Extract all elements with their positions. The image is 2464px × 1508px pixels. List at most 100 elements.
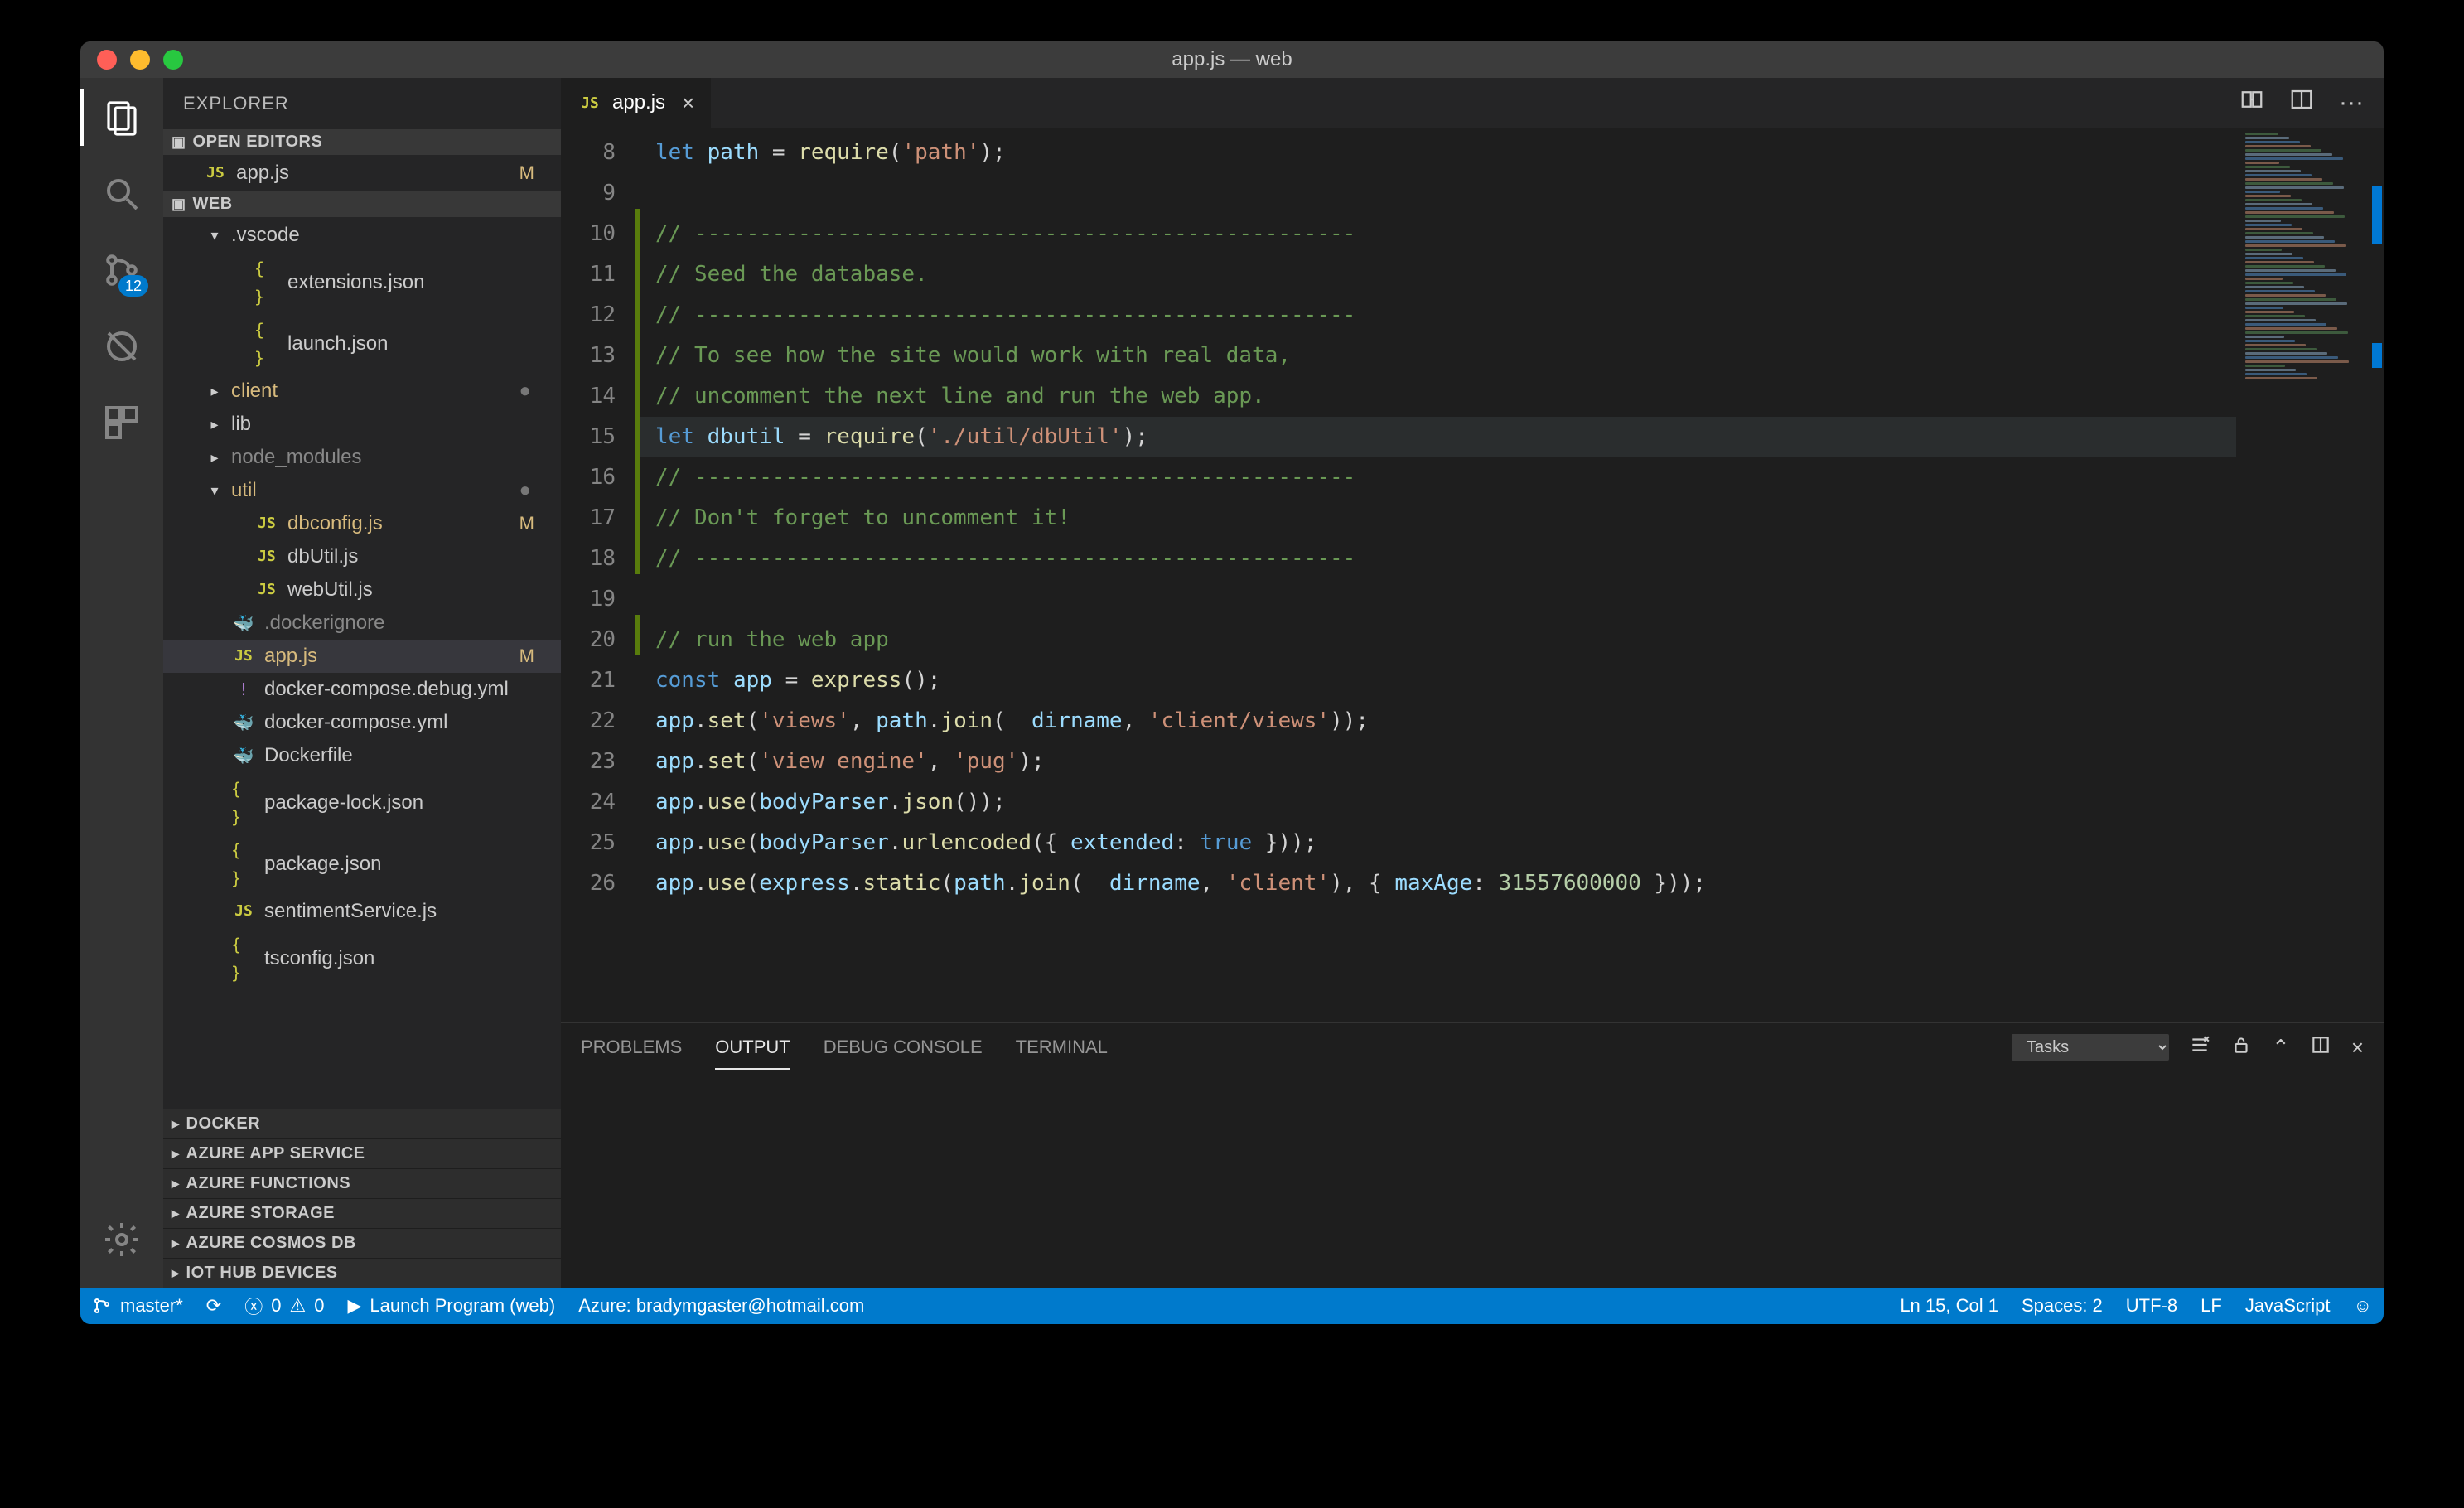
output-channel-select[interactable]: Tasks (2012, 1034, 2169, 1061)
file-item[interactable]: !docker-compose.debug.yml (163, 673, 561, 706)
activity-scm-icon[interactable]: 12 (99, 247, 145, 293)
file-item[interactable]: JSwebUtil.js (163, 573, 561, 607)
overview-ruler[interactable] (2369, 128, 2384, 1022)
lock-scroll-icon[interactable] (2230, 1034, 2252, 1061)
modified-indicator: M (519, 510, 546, 538)
code-editor[interactable]: 891011121314151617181920212223242526 let… (561, 128, 2384, 1022)
panel-tab-output[interactable]: OUTPUT (715, 1032, 790, 1063)
status-eol[interactable]: LF (2189, 1295, 2234, 1317)
code-content[interactable]: let path = require('path'); // ---------… (640, 128, 2236, 1022)
chevron-right-icon: ▸ (206, 443, 223, 471)
folder-item[interactable]: ▾.vscode (163, 219, 561, 252)
close-panel-icon[interactable]: × (2351, 1035, 2364, 1061)
warning-icon: ⚠ (290, 1295, 307, 1317)
file-item[interactable]: 🐳.dockerignore (163, 607, 561, 640)
status-lncol[interactable]: Ln 15, Col 1 (1888, 1295, 2010, 1317)
js-icon: JS (577, 94, 602, 112)
status-encoding[interactable]: UTF-8 (2114, 1295, 2189, 1317)
chevron-down-icon: ▾ (206, 221, 223, 249)
status-launch[interactable]: ▶ Launch Program (web) (336, 1295, 567, 1317)
chevron-right-icon: ▸ (206, 410, 223, 438)
folder-item[interactable]: ▸node_modules (163, 441, 561, 474)
open-editors-header[interactable]: ▣ OPEN EDITORS (163, 129, 561, 155)
more-actions-icon[interactable]: ··· (2339, 89, 2364, 117)
panel-tab-problems[interactable]: PROBLEMS (581, 1032, 682, 1063)
js-icon: JS (254, 576, 279, 604)
modified-dot: ● (519, 377, 547, 405)
chevron-right-icon: ▸ (172, 1235, 180, 1252)
status-feedback-icon[interactable]: ☺ (2342, 1295, 2384, 1317)
js-icon: JS (254, 510, 279, 538)
panel-tab-terminal[interactable]: TERMINAL (1016, 1032, 1108, 1063)
panel-up-icon[interactable]: ⌃ (2272, 1035, 2290, 1061)
docker-icon: 🐳 (231, 708, 256, 737)
json-icon: { } (231, 775, 256, 831)
file-item[interactable]: { }extensions.json (163, 252, 561, 313)
activity-bar: 12 (80, 78, 163, 1288)
json-icon: { } (231, 836, 256, 892)
file-item[interactable]: 🐳docker-compose.yml (163, 706, 561, 739)
folder-item[interactable]: ▸client● (163, 375, 561, 408)
bottom-panel: PROBLEMS OUTPUT DEBUG CONSOLE TERMINAL T… (561, 1022, 2384, 1288)
js-icon: JS (231, 642, 256, 670)
collapsed-section-header[interactable]: ▸AZURE APP SERVICE (163, 1138, 561, 1168)
activity-debug-icon[interactable] (99, 323, 145, 370)
file-item[interactable]: { }package-lock.json (163, 772, 561, 834)
collapsed-section-header[interactable]: ▸AZURE STORAGE (163, 1198, 561, 1228)
file-item[interactable]: JSapp.jsM (163, 640, 561, 673)
status-lang[interactable]: JavaScript (2234, 1295, 2342, 1317)
window-controls (80, 50, 183, 70)
status-problems[interactable]: ⓧ0 ⚠0 (233, 1293, 336, 1319)
collapsed-section-header[interactable]: ▸IOT HUB DEVICES (163, 1258, 561, 1288)
status-sync[interactable]: ⟳ (195, 1295, 233, 1317)
status-spaces[interactable]: Spaces: 2 (2010, 1295, 2114, 1317)
dockerfile-icon: 🐳 (231, 742, 256, 770)
activity-settings-icon[interactable] (99, 1216, 145, 1263)
collapsed-section-header[interactable]: ▸AZURE COSMOS DB (163, 1228, 561, 1258)
modified-indicator: M (519, 159, 546, 187)
chevron-right-icon: ▸ (172, 1205, 180, 1222)
panel-tabs: PROBLEMS OUTPUT DEBUG CONSOLE TERMINAL T… (561, 1023, 2384, 1071)
open-editor-item[interactable]: JSapp.jsM (163, 157, 561, 190)
window-title: app.js — web (80, 48, 2384, 71)
clear-output-icon[interactable] (2189, 1034, 2210, 1061)
sidebar-title: EXPLORER (163, 78, 561, 129)
workspace-header[interactable]: ▣ WEB (163, 191, 561, 217)
tab-app-js[interactable]: JS app.js × (561, 78, 711, 128)
file-item[interactable]: JSdbUtil.js (163, 540, 561, 573)
scm-badge: 12 (118, 275, 148, 297)
file-item[interactable]: { }package.json (163, 834, 561, 895)
split-editor-icon[interactable] (2289, 87, 2314, 118)
collapsed-section-header[interactable]: ▸DOCKER (163, 1109, 561, 1138)
status-bar: master* ⟳ ⓧ0 ⚠0 ▶ Launch Program (web) A… (80, 1288, 2384, 1324)
status-branch[interactable]: master* (80, 1295, 195, 1317)
chevron-right-icon: ▸ (172, 1115, 180, 1133)
activity-extensions-icon[interactable] (99, 399, 145, 446)
modified-indicator: M (519, 642, 546, 670)
tab-label: app.js (612, 91, 665, 114)
error-icon: ⓧ (244, 1293, 263, 1319)
minimap[interactable] (2236, 128, 2369, 1022)
vscode-window: app.js — web 12 (80, 41, 2384, 1324)
json-icon: { } (254, 316, 279, 372)
activity-search-icon[interactable] (99, 171, 145, 217)
status-azure[interactable]: Azure: bradymgaster@hotmail.com (567, 1295, 876, 1317)
file-item[interactable]: 🐳Dockerfile (163, 739, 561, 772)
chevron-right-icon: ▸ (172, 1175, 180, 1192)
file-item[interactable]: JSsentimentService.js (163, 895, 561, 928)
close-tab-icon[interactable]: × (682, 90, 694, 116)
minimize-window-button[interactable] (130, 50, 150, 70)
file-item[interactable]: { }launch.json (163, 313, 561, 375)
file-item[interactable]: JSdbconfig.jsM (163, 507, 561, 540)
file-item[interactable]: { }tsconfig.json (163, 928, 561, 989)
zoom-window-button[interactable] (163, 50, 183, 70)
close-window-button[interactable] (97, 50, 117, 70)
maximize-panel-icon[interactable] (2310, 1034, 2331, 1061)
folder-item[interactable]: ▸lib (163, 408, 561, 441)
json-icon: { } (231, 930, 256, 987)
activity-explorer-icon[interactable] (99, 94, 145, 141)
folder-item[interactable]: ▾util● (163, 474, 561, 507)
open-changes-icon[interactable] (2239, 87, 2264, 118)
collapsed-section-header[interactable]: ▸AZURE FUNCTIONS (163, 1168, 561, 1198)
panel-tab-debug-console[interactable]: DEBUG CONSOLE (824, 1032, 983, 1063)
